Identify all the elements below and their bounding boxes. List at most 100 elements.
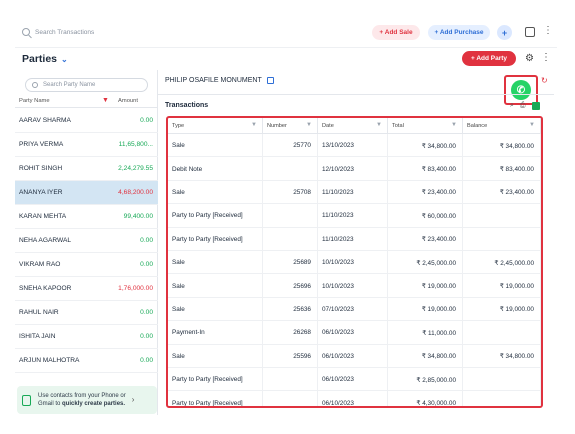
filter-icon[interactable]: ▼ [376,122,382,128]
banner-line-2a: Gmail to [38,401,63,407]
search-icon[interactable]: ⌕ [510,102,514,110]
cell-balance: ₹ 19,000.00 [463,274,541,298]
table-row[interactable]: Sale 25770 13/10/2023 ₹ 34,800.00 ₹ 34,800.0… [168,134,541,158]
banner-line-1: Use contacts from your Phone or [38,393,126,399]
cell-type: Sale [168,297,263,322]
party-name: PRIYA VERMA [19,141,64,148]
cell-date: 10/10/2023 [318,251,388,275]
party-name: RAHUL NAIR [19,309,59,316]
party-name: AARAV SHARMA [19,117,71,124]
cell-total: ₹ 34,800.00 [388,344,463,368]
party-amount: 0.00 [140,357,153,364]
party-row[interactable]: RAHUL NAIR 0.00 [15,301,158,325]
party-row[interactable]: AARAV SHARMA 0.00 [15,109,158,133]
transactions-toolbar: ⌕ ⎙ [510,102,540,110]
whatsapp-button[interactable]: ✆ [504,75,538,105]
filter-icon[interactable]: ▼ [529,122,535,128]
table-row[interactable]: Sale 25689 10/10/2023 ₹ 2,45,000.00 ₹ 2,45,0… [168,251,541,275]
column-header-balance[interactable]: Balance ▼ [463,118,541,134]
table-row[interactable]: Party to Party [Received] 06/10/2023 ₹ 2,8… [168,368,541,392]
column-header-number[interactable]: Number ▼ [263,118,318,134]
party-row[interactable]: SNEHA KAPOOR 1,76,000.00 [15,277,158,301]
party-amount: 0.00 [140,117,153,124]
party-row[interactable]: PRIYA VERMA 11,65,800... [15,133,158,157]
cell-total: ₹ 60,000.00 [388,204,463,228]
excel-export-icon[interactable] [531,102,540,110]
cell-balance [463,368,541,392]
edit-icon[interactable] [266,77,274,84]
banner-line-2b: quickly create parties. [62,401,126,407]
party-name: KARAN MEHTA [19,213,67,220]
transaction-search-input[interactable]: Search Transactions [22,24,142,40]
cell-balance: ₹ 83,400.00 [463,157,541,181]
party-amount: 0.00 [140,261,153,268]
cell-type: Debit Note [168,157,263,181]
party-row[interactable]: ARJUN MALHOTRA 0.00 [15,349,158,373]
table-row[interactable]: Debit Note 12/10/2023 ₹ 83,400.00 ₹ 83,400.… [168,157,541,181]
cell-number [263,391,318,406]
print-icon[interactable] [525,27,535,37]
party-row[interactable]: ANANYA IYER 4,68,200.00 [15,181,158,205]
table-row[interactable]: Sale 25636 07/10/2023 ₹ 19,000.00 ₹ 19,000.0… [168,297,541,322]
filter-icon[interactable]: ▼ [102,97,109,104]
cell-number: 25696 [263,274,318,298]
party-search-input[interactable]: Search Party Name [25,78,148,92]
party-amount: 99,400.00 [123,213,153,220]
cell-number [263,157,318,181]
cell-date: 07/10/2023 [318,297,388,322]
party-row[interactable]: ROHIT SINGH 2,24,279.55 [15,157,158,181]
party-row[interactable]: KARAN MEHTA 99,400.00 [15,205,158,229]
table-row[interactable]: Sale 25596 06/10/2023 ₹ 34,800.00 ₹ 34,800.0… [168,344,541,368]
import-contacts-banner[interactable]: Use contacts from your Phone or Gmail to… [17,386,157,414]
header-more-icon[interactable]: ⋮ [541,52,551,63]
topbar-more-icon[interactable]: ⋮ [543,25,553,37]
table-row[interactable]: Sale 25708 11/10/2023 ₹ 23,400.00 ₹ 23,400.0… [168,180,541,205]
add-sale-button[interactable]: + Add Sale [372,25,420,40]
cell-number: 25689 [263,251,318,275]
parties-dropdown[interactable]: Parties ⌄ [22,53,68,65]
party-row[interactable]: NEHA AGARWAL 0.00 [15,229,158,253]
cell-date: 11/10/2023 [318,180,388,205]
column-header-type[interactable]: Type ▼ [168,118,263,134]
party-name: NEHA AGARWAL [19,237,72,244]
table-row[interactable]: Party to Party [Received] 06/10/2023 ₹ 4,3… [168,391,541,406]
table-row[interactable]: Party to Party [Received] 11/10/2023 ₹ 23,… [168,227,541,251]
table-row[interactable]: Payment-In 26268 06/10/2023 ₹ 11,000.00 [168,321,541,345]
cell-total: ₹ 2,85,000.00 [388,368,463,392]
cell-type: Payment-In [168,321,263,345]
refresh-icon[interactable]: ↻ [541,76,548,85]
column-header-total[interactable]: Total ▼ [388,118,463,134]
print-icon[interactable]: ⎙ [520,102,526,110]
filter-icon[interactable]: ▼ [306,122,312,128]
cell-type: Sale [168,274,263,298]
cell-date: 06/10/2023 [318,321,388,345]
party-name: ROHIT SINGH [19,165,63,172]
cell-number: 25596 [263,344,318,368]
party-row[interactable]: ISHITA JAIN 0.00 [15,325,158,349]
cell-number: 26268 [263,321,318,345]
table-row[interactable]: Party to Party [Received] 11/10/2023 ₹ 60,… [168,204,541,228]
filter-icon[interactable]: ▼ [251,122,257,128]
add-party-button[interactable]: + Add Party [462,51,516,66]
cell-total: ₹ 23,400.00 [388,227,463,251]
cell-number: 25636 [263,297,318,322]
table-row[interactable]: Sale 25696 10/10/2023 ₹ 19,000.00 ₹ 19,000.0… [168,274,541,298]
transaction-search-placeholder: Search Transactions [35,28,95,36]
top-bar: Search Transactions + Add Sale + Add Pur… [15,18,557,48]
party-list-panel: Search Party Name Party Name ▼ Amount AA… [15,70,158,415]
filter-icon[interactable]: ▼ [451,122,457,128]
add-more-button[interactable]: + [497,25,512,40]
cell-total: ₹ 23,400.00 [388,180,463,205]
column-header-date[interactable]: Date ▼ [318,118,388,134]
party-row[interactable]: VIKRAM RAO 0.00 [15,253,158,277]
party-name: SNEHA KAPOOR [19,285,72,292]
cell-number: 25708 [263,180,318,205]
cell-number: 25770 [263,134,318,158]
column-header-label: Balance [467,123,488,129]
cell-balance [463,227,541,251]
cell-date: 13/10/2023 [318,134,388,158]
cell-type: Sale [168,134,263,158]
add-purchase-button[interactable]: + Add Purchase [428,25,490,40]
cell-total: ₹ 34,800.00 [388,134,463,158]
settings-gear-icon[interactable]: ⚙ [525,53,534,64]
